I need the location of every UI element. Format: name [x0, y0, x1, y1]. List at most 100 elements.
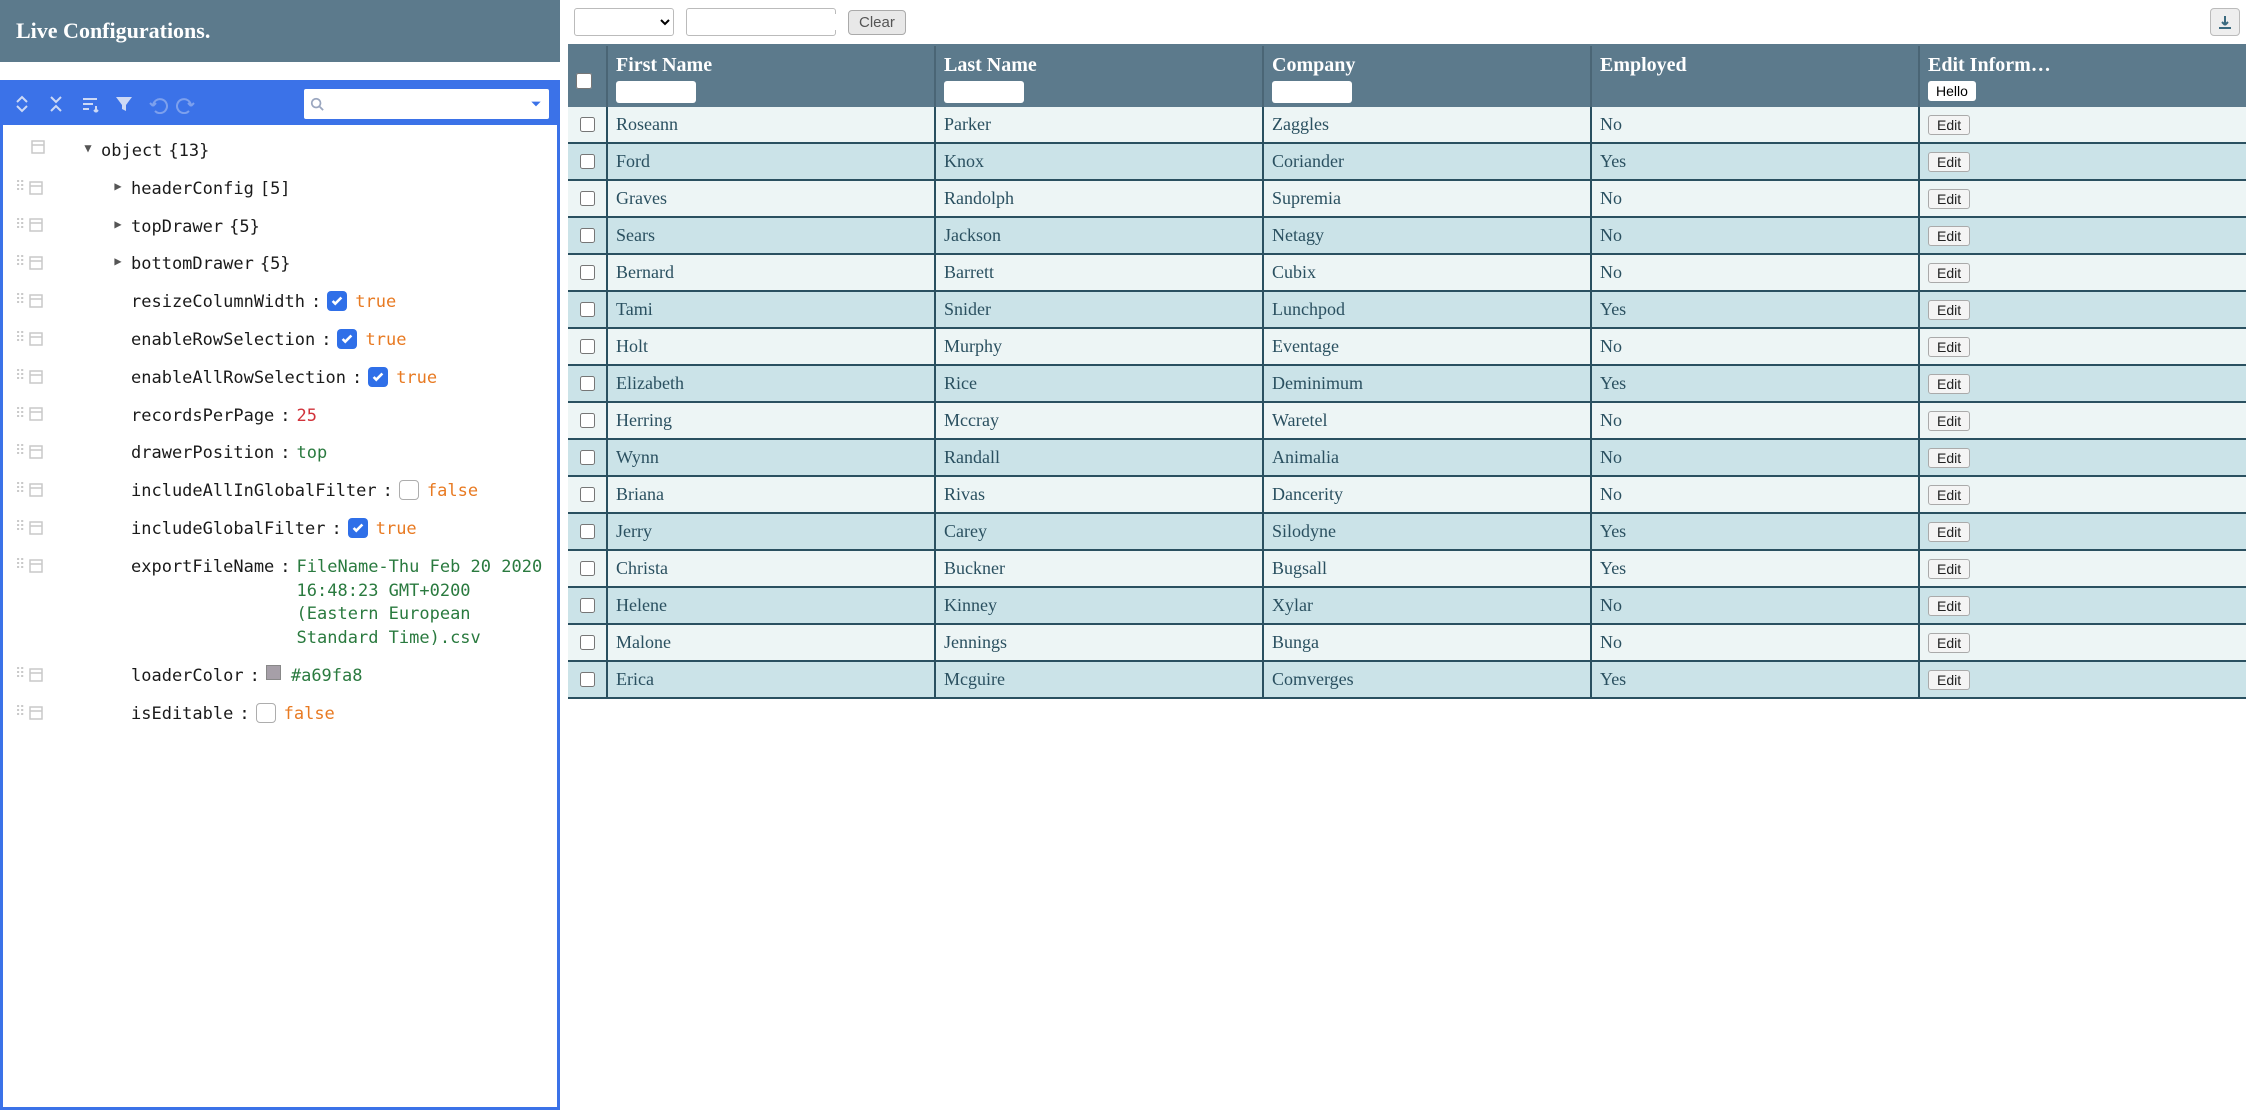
row-menu-icon[interactable] [29, 706, 43, 720]
checkbox-checked-icon[interactable] [337, 329, 357, 349]
drag-handle-icon[interactable]: ⠿ [15, 556, 23, 576]
row-menu-icon[interactable] [29, 294, 43, 308]
checkbox-checked-icon[interactable] [348, 518, 368, 538]
undo-icon[interactable] [147, 93, 169, 115]
edit-button[interactable]: Edit [1928, 596, 1970, 616]
tree-key[interactable]: bottomDrawer [131, 253, 254, 277]
tree-value[interactable]: true [365, 329, 406, 353]
edit-button[interactable]: Edit [1928, 337, 1970, 357]
row-menu-icon[interactable] [29, 521, 43, 535]
row-checkbox[interactable] [580, 598, 595, 613]
filter-company[interactable] [1272, 81, 1352, 103]
row-menu-icon[interactable] [31, 140, 45, 154]
drag-handle-icon[interactable]: ⠿ [15, 405, 23, 425]
row-checkbox[interactable] [580, 228, 595, 243]
tree-value[interactable]: top [297, 442, 328, 466]
download-button[interactable] [2210, 8, 2240, 36]
tree-value[interactable]: #a69fa8 [291, 665, 363, 689]
checkbox-unchecked-icon[interactable] [399, 480, 419, 500]
tree-value[interactable]: true [376, 518, 417, 542]
tree-value[interactable]: true [355, 291, 396, 315]
chevron-right-icon[interactable]: ▶ [111, 253, 125, 270]
expand-all-icon[interactable] [11, 93, 33, 115]
row-checkbox[interactable] [580, 339, 595, 354]
edit-button[interactable]: Edit [1928, 670, 1970, 690]
chevron-down-icon[interactable]: ▼ [81, 140, 95, 157]
row-checkbox[interactable] [580, 302, 595, 317]
row-menu-icon[interactable] [29, 218, 43, 232]
row-checkbox[interactable] [580, 413, 595, 428]
drag-handle-icon[interactable]: ⠿ [15, 442, 23, 462]
column-header-firstname[interactable]: First Name [616, 54, 926, 77]
grid-column-select[interactable] [574, 8, 674, 36]
chevron-right-icon[interactable]: ▶ [111, 216, 125, 233]
json-search-input[interactable] [328, 94, 525, 114]
row-menu-icon[interactable] [29, 445, 43, 459]
filter-icon[interactable] [113, 93, 135, 115]
drag-handle-icon[interactable]: ⠿ [15, 518, 23, 538]
tree-value[interactable]: false [427, 480, 478, 504]
sort-icon[interactable] [79, 93, 101, 115]
grid-search[interactable] [686, 8, 836, 36]
tree-key[interactable]: topDrawer [131, 216, 223, 240]
tree-key[interactable]: headerConfig [131, 178, 254, 202]
row-menu-icon[interactable] [29, 559, 43, 573]
edit-button[interactable]: Edit [1928, 300, 1970, 320]
edit-button[interactable]: Edit [1928, 152, 1970, 172]
edit-button[interactable]: Edit [1928, 226, 1970, 246]
edit-button[interactable]: Edit [1928, 633, 1970, 653]
redo-icon[interactable] [175, 93, 197, 115]
row-checkbox[interactable] [580, 265, 595, 280]
edit-button[interactable]: Edit [1928, 115, 1970, 135]
tree-value[interactable]: false [284, 703, 335, 727]
row-checkbox[interactable] [580, 117, 595, 132]
drag-handle-icon[interactable]: ⠿ [15, 291, 23, 311]
drag-handle-icon[interactable]: ⠿ [15, 480, 23, 500]
filter-lastname[interactable] [944, 81, 1024, 103]
row-menu-icon[interactable] [29, 256, 43, 270]
clear-button[interactable]: Clear [848, 10, 906, 35]
row-checkbox[interactable] [580, 635, 595, 650]
drag-handle-icon[interactable]: ⠿ [15, 367, 23, 387]
drag-handle-icon[interactable]: ⠿ [15, 329, 23, 349]
select-all-checkbox[interactable] [576, 73, 592, 89]
json-search[interactable] [304, 89, 549, 119]
row-menu-icon[interactable] [29, 332, 43, 346]
edit-button[interactable]: Edit [1928, 411, 1970, 431]
row-checkbox[interactable] [580, 561, 595, 576]
row-menu-icon[interactable] [29, 370, 43, 384]
row-menu-icon[interactable] [29, 668, 43, 682]
edit-button[interactable]: Edit [1928, 189, 1970, 209]
row-checkbox[interactable] [580, 154, 595, 169]
checkbox-checked-icon[interactable] [368, 367, 388, 387]
row-checkbox[interactable] [580, 487, 595, 502]
drag-handle-icon[interactable]: ⠿ [15, 703, 23, 723]
checkbox-unchecked-icon[interactable] [256, 703, 276, 723]
chevron-down-icon[interactable] [529, 97, 543, 111]
drag-handle-icon[interactable]: ⠿ [15, 216, 23, 236]
edit-button[interactable]: Edit [1928, 374, 1970, 394]
row-menu-icon[interactable] [29, 483, 43, 497]
edit-button[interactable]: Edit [1928, 522, 1970, 542]
edit-button[interactable]: Edit [1928, 263, 1970, 283]
row-checkbox[interactable] [580, 191, 595, 206]
drag-handle-icon[interactable]: ⠿ [15, 665, 23, 685]
row-checkbox[interactable] [580, 524, 595, 539]
grid-search-input[interactable] [693, 14, 874, 30]
chevron-right-icon[interactable]: ▶ [111, 178, 125, 195]
row-checkbox[interactable] [580, 672, 595, 687]
drag-handle-icon[interactable]: ⠿ [15, 178, 23, 198]
collapse-all-icon[interactable] [45, 93, 67, 115]
tree-value[interactable]: 25 [297, 405, 317, 429]
checkbox-checked-icon[interactable] [327, 291, 347, 311]
row-menu-icon[interactable] [29, 181, 43, 195]
column-header-employed[interactable]: Employed [1600, 54, 1910, 77]
edit-button[interactable]: Edit [1928, 559, 1970, 579]
column-header-company[interactable]: Company [1272, 54, 1582, 77]
tree-value[interactable]: FileName-Thu Feb 20 2020 16:48:23 GMT+02… [297, 556, 557, 651]
row-checkbox[interactable] [580, 376, 595, 391]
filter-firstname[interactable] [616, 81, 696, 103]
column-header-edit[interactable]: Edit Inform… [1928, 54, 2238, 77]
drag-handle-icon[interactable]: ⠿ [15, 253, 23, 273]
column-header-lastname[interactable]: Last Name [944, 54, 1254, 77]
